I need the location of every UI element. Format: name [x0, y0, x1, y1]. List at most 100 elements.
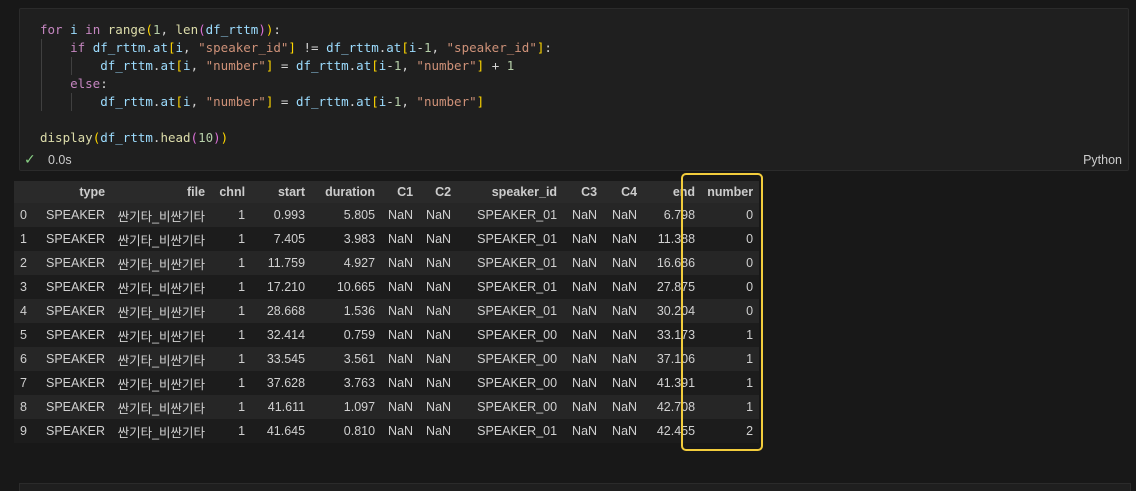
- table-body: 0 SPEAKER 싼기타_비싼기타 1 0.993 5.805 NaN NaN SPEAKER…: [14, 203, 760, 443]
- code-token: ,: [190, 94, 206, 109]
- row-index: 3: [20, 280, 27, 294]
- table-cell: NaN: [388, 232, 414, 246]
- code-cell[interactable]: for i in range(1, len(df_rttm)): if df_r…: [19, 8, 1129, 171]
- code-token: for: [40, 22, 63, 37]
- code-token: df_rttm: [92, 40, 146, 55]
- code-line: else:: [40, 75, 552, 93]
- code-token: ): [220, 130, 229, 145]
- table-cell: 6.798: [663, 208, 696, 222]
- cell-output: type file chnl start duration C1 C2 speaker_id C…: [14, 181, 760, 443]
- column-header: C2: [435, 185, 452, 199]
- table-cell: 33.173: [656, 328, 696, 342]
- code-token: .: [145, 40, 153, 55]
- code-token: df_rttm: [100, 94, 153, 109]
- column-header: number: [707, 185, 754, 199]
- table-cell: 37.628: [266, 376, 306, 390]
- indent-guide: [71, 93, 72, 111]
- table-cell: NaN: [612, 304, 638, 318]
- table-cell: NaN: [612, 352, 638, 366]
- indent-guide: [41, 39, 42, 111]
- row-index: 9: [20, 424, 27, 438]
- code-editor[interactable]: for i in range(1, len(df_rttm)): if df_r…: [40, 21, 552, 147]
- code-line: display(df_rttm.head(10)): [40, 129, 552, 147]
- code-token: df_rttm: [100, 130, 153, 145]
- code-token: :: [100, 76, 108, 91]
- table-row: 8 SPEAKER 싼기타_비싼기타 1 41.611 1.097 NaN NaN SPEAKE…: [14, 395, 760, 419]
- table-cell: SPEAKER_01: [477, 256, 558, 270]
- code-token: [: [371, 58, 379, 73]
- table-cell: 1: [238, 304, 246, 318]
- table-row: 6 SPEAKER 싼기타_비싼기타 1 33.545 3.561 NaN NaN SPEAKE…: [14, 347, 760, 371]
- column-header: start: [277, 185, 306, 199]
- code-token: "speaker_id": [446, 40, 537, 55]
- table-cell: 32.414: [266, 328, 306, 342]
- table-cell: 5.805: [343, 208, 376, 222]
- table-header-row: type file chnl start duration C1 C2 speaker_id C…: [14, 181, 760, 203]
- table-cell: SPEAKER_00: [477, 328, 558, 342]
- table-cell: NaN: [388, 256, 414, 270]
- row-index: 2: [20, 256, 27, 270]
- code-token: df_rttm: [100, 58, 153, 73]
- cell-language-button[interactable]: Python: [1083, 153, 1122, 167]
- table-cell: SPEAKER_01: [477, 304, 558, 318]
- column-header: speaker_id: [491, 185, 558, 199]
- table-cell: NaN: [388, 304, 414, 318]
- table-cell: NaN: [572, 400, 598, 414]
- table-cell: 16.686: [656, 256, 696, 270]
- table-cell: SPEAKER: [46, 376, 106, 390]
- row-index: 1: [20, 232, 27, 246]
- table-cell: NaN: [426, 208, 452, 222]
- table-cell: NaN: [572, 208, 598, 222]
- table-cell: NaN: [426, 424, 452, 438]
- table-cell: 1: [238, 208, 246, 222]
- table-cell: NaN: [612, 280, 638, 294]
- code-token: at: [152, 40, 168, 55]
- table-cell: NaN: [612, 424, 638, 438]
- table-cell: SPEAKER: [46, 304, 106, 318]
- code-token: ]: [476, 94, 485, 109]
- table-cell: SPEAKER: [46, 328, 106, 342]
- table-cell: NaN: [572, 280, 598, 294]
- table-cell: NaN: [572, 232, 598, 246]
- table-cell: 7.405: [273, 232, 306, 246]
- table-cell: NaN: [612, 256, 638, 270]
- table-row: 1 SPEAKER 싼기타_비싼기타 1 7.405 3.983 NaN NaN SPEAKER…: [14, 227, 760, 251]
- code-token: =: [273, 94, 296, 109]
- table-cell: NaN: [426, 400, 452, 414]
- code-token: ,: [190, 58, 206, 73]
- table-cell: NaN: [572, 376, 598, 390]
- table-cell: NaN: [612, 232, 638, 246]
- next-cell[interactable]: [19, 483, 1131, 491]
- table-cell: 33.545: [266, 352, 306, 366]
- code-token: ): [213, 130, 221, 145]
- code-token: (: [198, 22, 206, 37]
- table-cell: 0: [746, 304, 754, 318]
- table-cell: SPEAKER: [46, 400, 106, 414]
- column-header: type: [79, 185, 106, 199]
- row-index: 5: [20, 328, 27, 342]
- table-cell: 0: [746, 232, 754, 246]
- table-cell: SPEAKER_00: [477, 352, 558, 366]
- table-cell: 0: [746, 256, 754, 270]
- code-line: df_rttm.at[i, "number"] = df_rttm.at[i-1…: [40, 93, 552, 111]
- table-cell: SPEAKER: [46, 280, 106, 294]
- column-header: C1: [397, 185, 414, 199]
- code-token: head: [160, 130, 191, 145]
- code-token: +: [484, 58, 507, 73]
- table-cell: 싼기타_비싼기타: [117, 401, 206, 416]
- code-line: df_rttm.at[i, "number"] = df_rttm.at[i-1…: [40, 57, 552, 75]
- table-cell: SPEAKER: [46, 424, 106, 438]
- code-token: ,: [431, 40, 447, 55]
- code-token: at: [356, 58, 372, 73]
- code-token: :: [544, 40, 552, 55]
- code-token: :: [273, 22, 281, 37]
- code-token: [: [401, 40, 409, 55]
- table-cell: NaN: [388, 280, 414, 294]
- table-cell: NaN: [612, 400, 638, 414]
- table-row: 9 SPEAKER 싼기타_비싼기타 1 41.645 0.810 NaN NaN SPEAKE…: [14, 419, 760, 443]
- code-token: if: [70, 40, 86, 55]
- table-cell: SPEAKER: [46, 208, 106, 222]
